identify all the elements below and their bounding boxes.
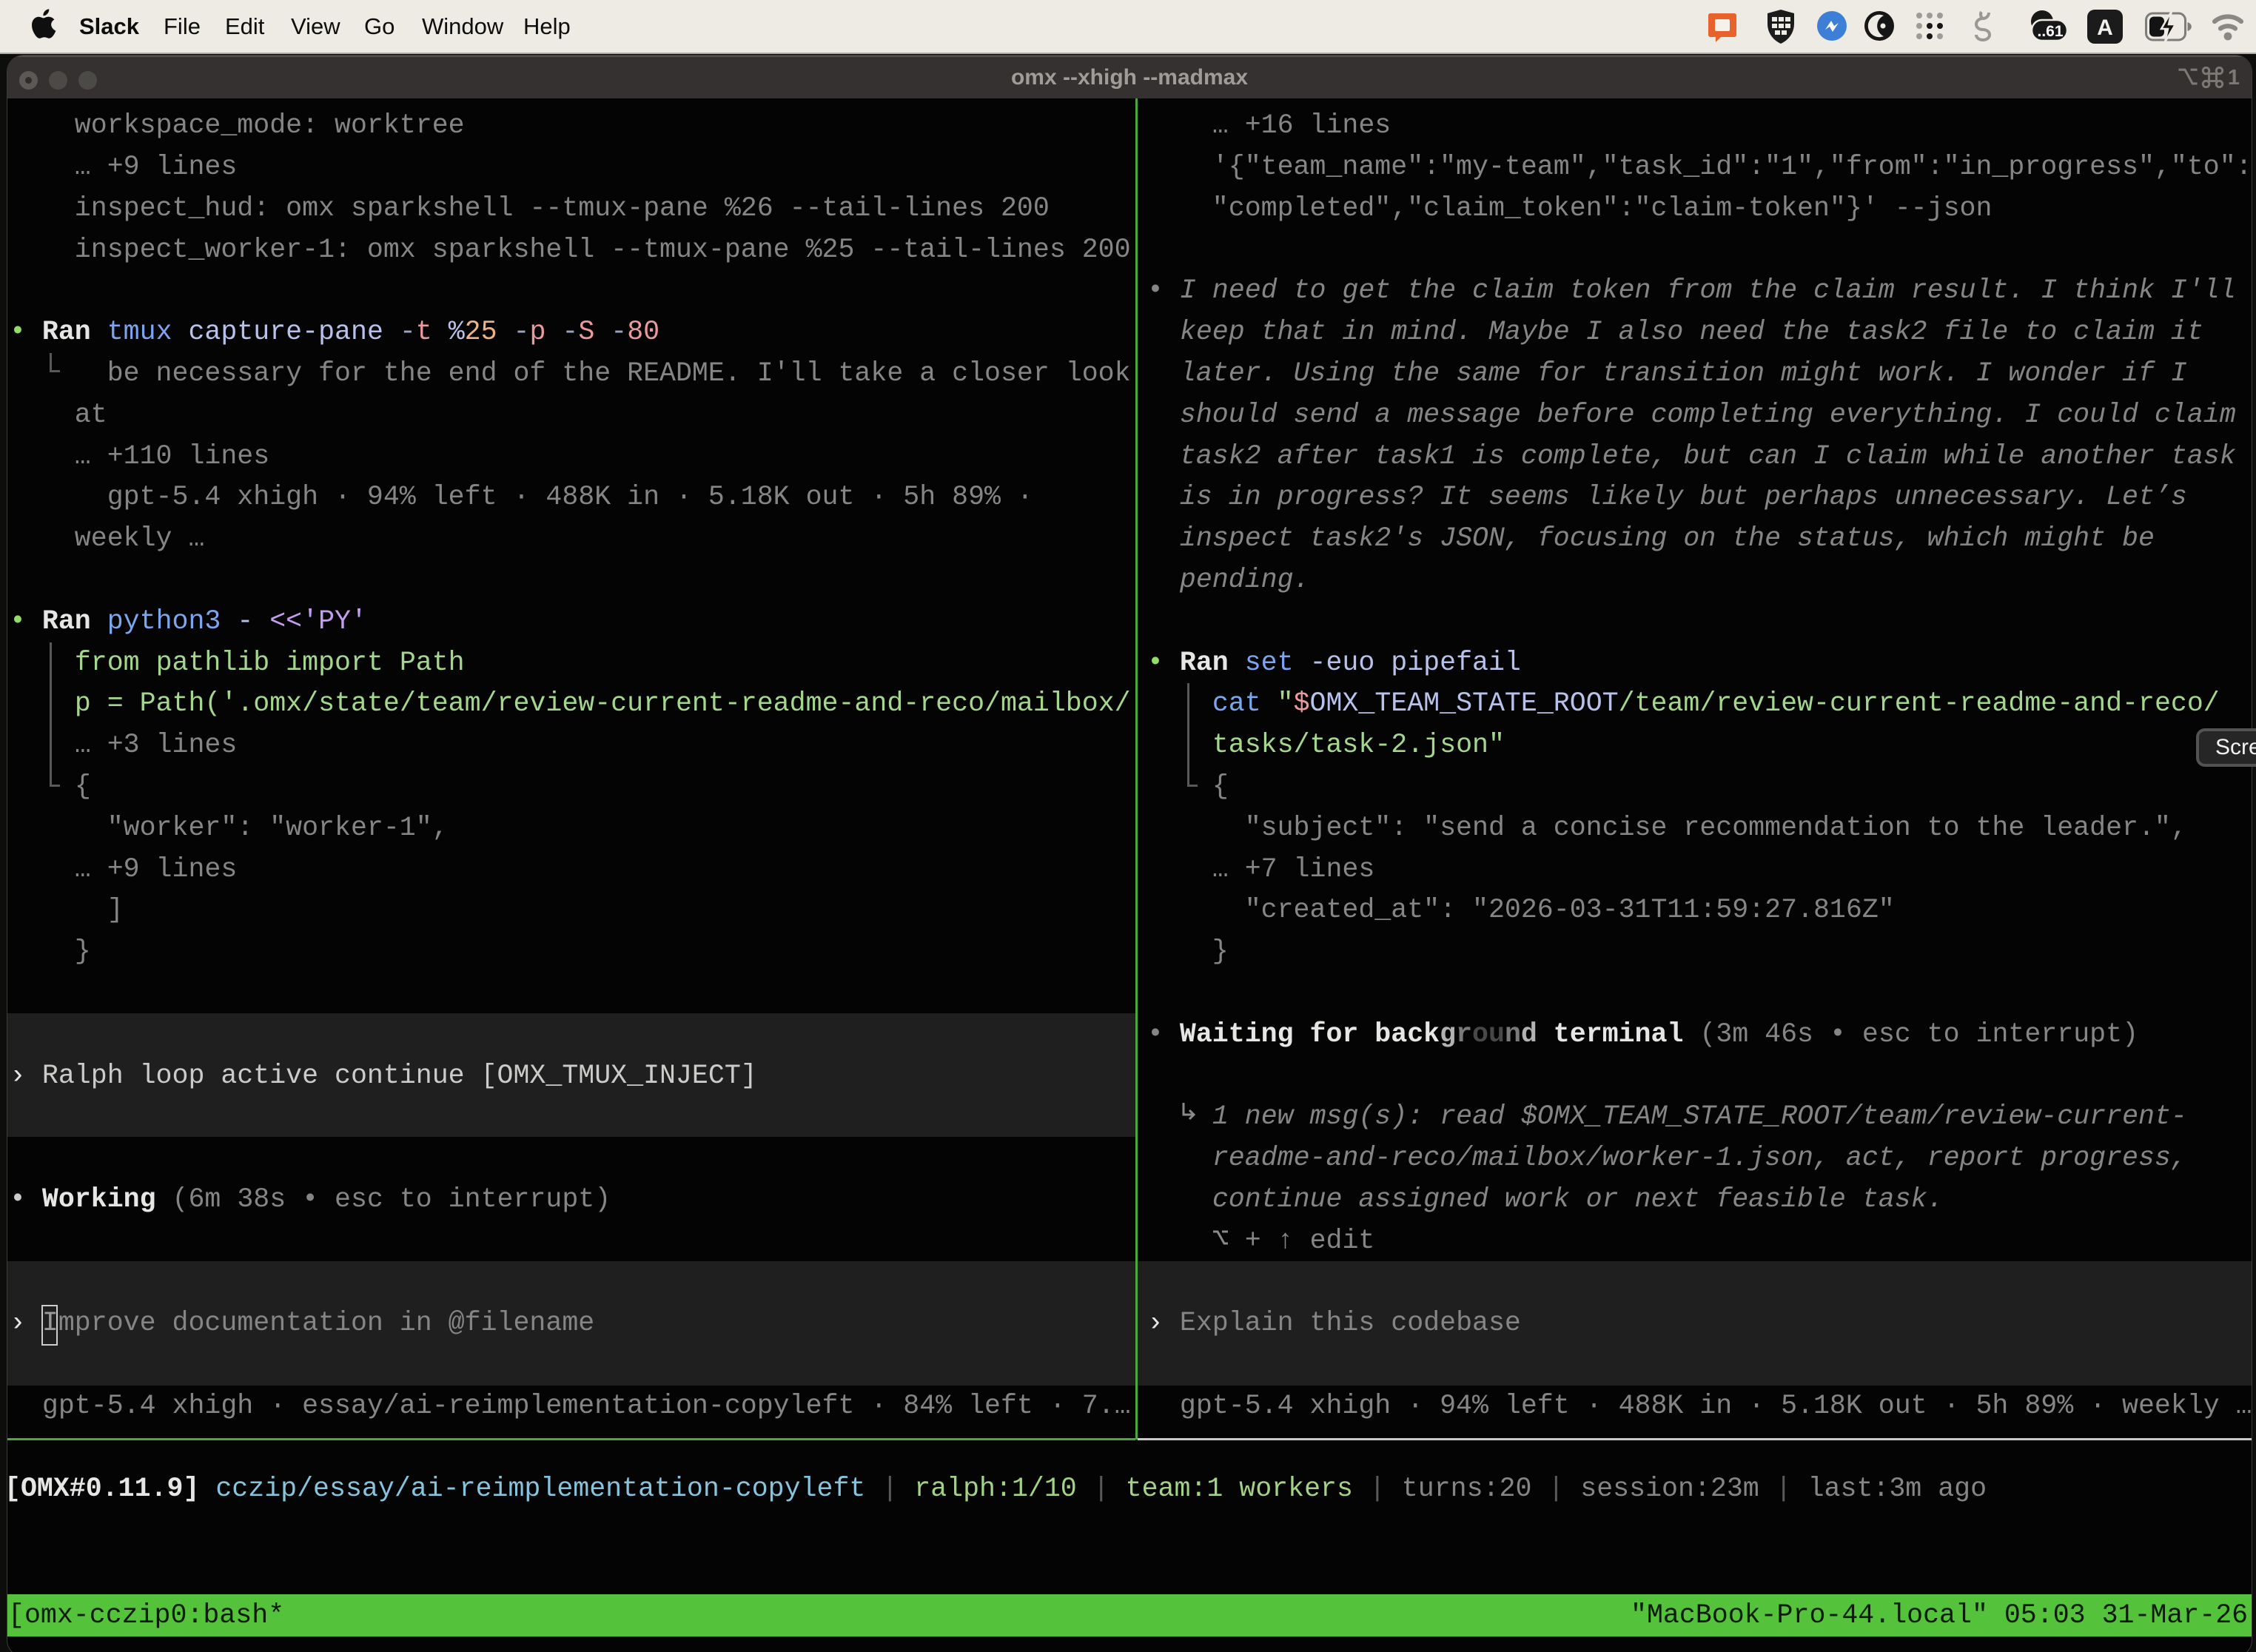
svg-text:..61: ..61 (2037, 23, 2063, 40)
svg-text:A: A (2097, 16, 2113, 40)
